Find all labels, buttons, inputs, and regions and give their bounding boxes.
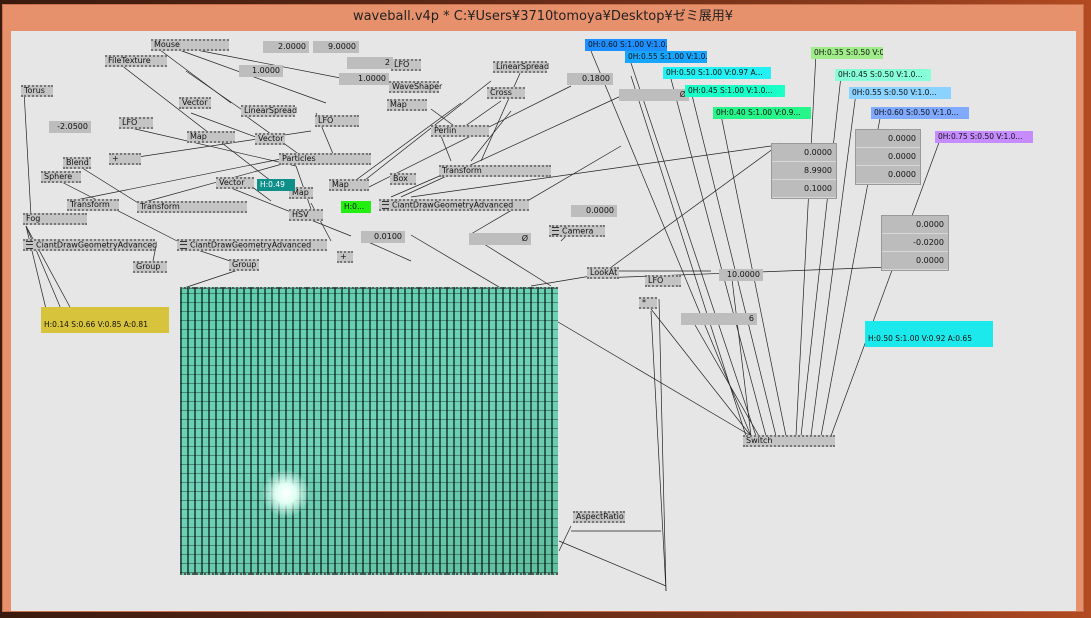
node-lfo-2[interactable]: LFO <box>315 115 359 127</box>
node-transform-2[interactable]: Transform <box>137 201 247 213</box>
color-swatch[interactable]: 0H:0.45 S:1.00 V:1.0... <box>685 85 785 97</box>
panel-row: 0.1000 <box>772 180 836 198</box>
value-box[interactable]: 0.1800 <box>567 73 613 85</box>
node-linearspread-1[interactable]: LinearSpread <box>241 105 297 117</box>
value-box[interactable]: Ø <box>469 233 531 245</box>
node-transform-1[interactable]: Transform <box>67 199 119 211</box>
node-cross[interactable]: Cross <box>487 87 525 99</box>
node-mouse[interactable]: Mouse <box>151 39 229 51</box>
panel-row: 0.0000 <box>856 166 920 184</box>
node-vector[interactable]: Vector <box>179 97 211 109</box>
node-lfo-1[interactable]: LFO <box>119 117 153 129</box>
node-lfo-3[interactable]: LFO <box>391 59 421 71</box>
node-multiply[interactable]: * <box>639 297 657 309</box>
node-perlin[interactable]: Perlin <box>431 125 489 137</box>
node-map-4[interactable]: Map <box>387 99 427 111</box>
value-box[interactable]: 6 <box>681 313 757 325</box>
node-waveshaper[interactable]: WaveShaper <box>389 81 442 93</box>
node-fog[interactable]: Fog <box>23 213 87 225</box>
node-map-3[interactable]: Map <box>329 179 369 191</box>
node-label: CiantDrawGeometryAdvanced <box>36 240 158 250</box>
node-particles[interactable]: Particles <box>279 153 371 165</box>
value-box[interactable]: -2.0500 <box>49 121 91 133</box>
node-camera[interactable]: Camera <box>549 225 605 237</box>
node-lookat[interactable]: LookAt <box>587 267 619 279</box>
color-swatch[interactable]: H:0.14 S:0.66 V:0.85 A:0.81 <box>41 307 169 333</box>
color-swatch[interactable]: 0H:0.55 S:0.50 V:1.0... <box>849 87 951 99</box>
render-preview[interactable] <box>180 287 558 575</box>
value-panel-3[interactable]: 0.0000 -0.0200 0.0000 <box>881 215 949 271</box>
panel-row: 0.0000 <box>882 252 948 270</box>
menu-icon <box>26 241 33 249</box>
value-box[interactable]: 1.0000 <box>239 65 283 77</box>
menu-icon <box>552 227 559 235</box>
node-plus-1[interactable]: + <box>109 153 141 165</box>
node-ciantdraw-3[interactable]: CiantDrawGeometryAdvanced <box>379 199 529 211</box>
node-ciantdraw-2[interactable]: CiantDrawGeometryAdvanced <box>177 239 327 251</box>
node-switch[interactable]: Switch <box>743 435 835 447</box>
panel-row: 0.0000 <box>882 216 948 234</box>
window-title: waveball.v4p * C:¥Users¥3710tomoya¥Deskt… <box>352 9 734 24</box>
value-panel-1[interactable]: 0.0000 8.9900 0.1000 <box>771 143 837 199</box>
menu-icon <box>382 201 389 209</box>
value-box[interactable]: 10.0000 <box>719 269 763 281</box>
value-box[interactable]: 0.0100 <box>361 231 405 243</box>
node-filetexture[interactable]: FileTexture <box>105 55 167 67</box>
color-swatch[interactable]: 0H:0.45 S:0.50 V:1.0... <box>835 69 931 81</box>
panel-row: -0.0200 <box>882 234 948 252</box>
panel-row: 0.0000 <box>856 148 920 166</box>
color-swatch[interactable]: 0H:0.75 S:0.50 V:1.0... <box>935 131 1033 143</box>
panel-row: 8.9900 <box>772 162 836 180</box>
color-swatch[interactable]: 0H:0.60 S:1.00 V:1.0... <box>585 39 667 51</box>
node-box[interactable]: Box <box>390 173 416 185</box>
patch-canvas[interactable]: Mouse FileTexture Torus Vector LinearSpr… <box>11 31 1076 611</box>
value-panel-2[interactable]: 0.0000 0.0000 0.0000 <box>855 129 921 185</box>
color-swatch[interactable]: 0H:0.50 S:1.00 V:0.97 A... <box>663 67 771 79</box>
menu-icon <box>180 241 187 249</box>
value-box[interactable]: 9.0000 <box>313 41 359 53</box>
color-swatch[interactable]: 0H:0.35 S:0.50 V:0.9... <box>811 47 883 59</box>
node-plus-2[interactable]: + <box>337 251 353 263</box>
panel-row: 0.0000 <box>772 144 836 162</box>
node-hsv[interactable]: HSV <box>289 209 323 221</box>
value-box[interactable]: 1.0000 <box>339 73 389 85</box>
value-box[interactable]: 2.0000 <box>263 41 309 53</box>
node-group-1[interactable]: Group <box>133 261 167 273</box>
node-map-1[interactable]: Map <box>187 131 235 143</box>
node-lfo-4[interactable]: LFO <box>645 275 681 287</box>
panel-row: 0.0000 <box>856 130 920 148</box>
node-sphere[interactable]: Sphere <box>41 171 81 183</box>
node-label: CiantDrawGeometryAdvanced <box>190 240 312 250</box>
node-ciantdraw-1[interactable]: CiantDrawGeometryAdvanced <box>23 239 158 251</box>
node-vector-3[interactable]: Vector <box>216 177 254 189</box>
value-box[interactable]: 0.0000 <box>571 205 617 217</box>
node-group-2[interactable]: Group <box>229 259 259 271</box>
value-box[interactable]: 2 <box>347 57 393 69</box>
color-swatch[interactable]: 0H:0.60 S:0.50 V:1.0... <box>871 107 969 119</box>
color-swatch[interactable]: H:0.49 <box>257 179 295 191</box>
node-label: CiantDrawGeometryAdvanced <box>392 200 514 210</box>
node-blend[interactable]: Blend <box>63 157 91 169</box>
color-swatch[interactable]: 0H:0.40 S:1.00 V:0.9... <box>713 107 811 119</box>
value-box[interactable]: Ø <box>619 89 689 101</box>
node-vector-2[interactable]: Vector <box>255 133 285 145</box>
node-label: Camera <box>562 226 594 236</box>
node-torus[interactable]: Torus <box>21 85 53 97</box>
vvvv-patch-window[interactable]: waveball.v4p * C:¥Users¥3710tomoya¥Deskt… <box>2 4 1084 612</box>
node-transform-3[interactable]: Transform <box>439 165 551 177</box>
color-swatch[interactable]: H:0.50 S:1.00 V:0.92 A:0.65 <box>865 321 993 347</box>
node-aspectratio[interactable]: AspectRatio <box>573 511 625 523</box>
color-swatch[interactable]: H:0... <box>341 201 371 213</box>
color-swatch[interactable]: 0H:0.55 S:1.00 V:1.0... <box>625 51 707 63</box>
node-linearspread-2[interactable]: LinearSpread <box>493 61 549 73</box>
